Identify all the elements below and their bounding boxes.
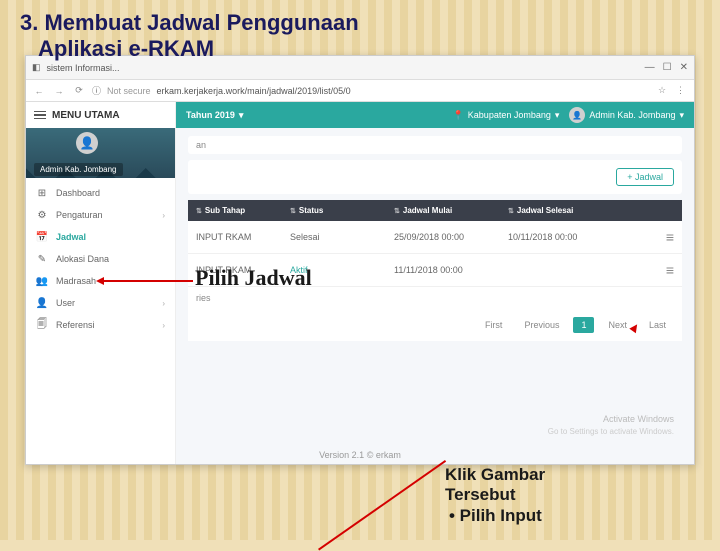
reload-icon[interactable]: ⟳ [72,84,86,98]
back-icon[interactable]: ← [32,84,46,98]
chevron-down-icon: ▾ [679,110,684,121]
map-pin-icon: 📍 [453,110,464,121]
table-header: ⇅Sub Tahap ⇅Status ⇅Jadwal Mulai ⇅Jadwal… [188,200,682,221]
col-jadwal-selesai[interactable]: ⇅Jadwal Selesai [508,206,618,215]
star-icon[interactable]: ☆ [658,85,670,97]
security-label: Not secure [107,86,151,96]
menu-icon: 👤 [36,297,48,309]
col-sub-tahap[interactable]: ⇅Sub Tahap [196,206,286,215]
profile-card: 👤 Admin Kab. Jombang [26,128,175,178]
menu-icon: ⚙ [36,209,48,221]
top-bar: Tahun 2019▾ 📍 Kabupaten Jombang▾ 👤 Admin… [176,102,694,128]
chevron-right-icon: › [162,299,165,308]
annotation-pilih-jadwal: Pilih Jadwal [195,265,312,291]
cell-mulai: 25/09/2018 00:00 [394,232,504,242]
sidebar-item-pengaturan[interactable]: ⚙ Pengaturan › [26,204,175,226]
menu-icon: ⊞ [36,187,48,199]
annotation-arrow-jadwal [98,280,193,282]
chevron-right-icon: › [162,321,165,330]
menu-label: Referensi [56,320,95,330]
sidebar-item-referensi[interactable]: 🗐 Referensi › [26,314,175,336]
url-text[interactable]: erkam.kerjakerja.work/main/jadwal/2019/l… [157,86,652,96]
menu-icon: 👥 [36,275,48,287]
menu-icon: 🗐 [36,319,48,331]
cell-status: Selesai [290,232,390,242]
menu-icon[interactable]: ⋮ [676,85,688,97]
user-menu[interactable]: 👤 Admin Kab. Jombang▾ [569,107,684,123]
location-tag[interactable]: 📍 Kabupaten Jombang▾ [453,110,560,121]
annotation-arrow-menu [445,320,665,460]
breadcrumb: an [188,136,682,154]
sidebar-item-alokasi-dana[interactable]: ✎ Alokasi Dana [26,248,175,270]
chevron-down-icon: ▾ [239,110,244,121]
year-selector[interactable]: Tahun 2019▾ [186,110,243,121]
col-jadwal-mulai[interactable]: ⇅Jadwal Mulai [394,206,504,215]
sidebar-item-dashboard[interactable]: ⊞ Dashboard [26,182,175,204]
info-icon[interactable]: ⓘ [92,84,101,97]
chevron-down-icon: ▾ [555,110,560,121]
annotation-klik-gambar: Klik GambarTersebut• Pilih Input [445,465,545,526]
profile-name: Admin Kab. Jombang [34,163,123,176]
avatar-icon: 👤 [569,107,585,123]
sidebar-item-user[interactable]: 👤 User › [26,292,175,314]
cell-mulai: 11/11/2018 00:00 [394,265,504,275]
menu-label: Dashboard [56,188,100,198]
table-row: INPUT RKAM Selesai 25/09/2018 00:00 10/11/2… [188,221,682,254]
forward-icon[interactable]: → [52,84,66,98]
menu-label: Pengaturan [56,210,103,220]
slide-title: 3. Membuat Jadwal Penggunaan Aplikasi e-… [20,10,700,63]
menu-label: Jadwal [56,232,86,242]
sidebar-header: MENU UTAMA [26,102,175,128]
row-menu-icon[interactable]: ≡ [666,229,674,245]
menu-icon: ✎ [36,253,48,265]
row-menu-icon[interactable]: ≡ [666,262,674,278]
add-jadwal-button[interactable]: + Jadwal [616,168,674,186]
avatar: 👤 [76,132,98,154]
menu-list: ⊞ Dashboard ⚙ Pengaturan › 📅 Jadwal ✎ Alokasi Da… [26,178,175,340]
menu-label: Madrasah [56,276,96,286]
url-bar: ← → ⟳ ⓘ Not secure erkam.kerjakerja.work… [26,80,694,102]
sidebar-item-jadwal[interactable]: 📅 Jadwal [26,226,175,248]
menu-label: User [56,298,75,308]
cell-selesai: 10/11/2018 00:00 [508,232,618,242]
cell-sub: INPUT RKAM [196,232,286,242]
chevron-right-icon: › [162,211,165,220]
menu-icon: 📅 [36,231,48,243]
col-status[interactable]: ⇅Status [290,206,390,215]
menu-label: Alokasi Dana [56,254,109,264]
hamburger-icon[interactable] [34,111,46,120]
